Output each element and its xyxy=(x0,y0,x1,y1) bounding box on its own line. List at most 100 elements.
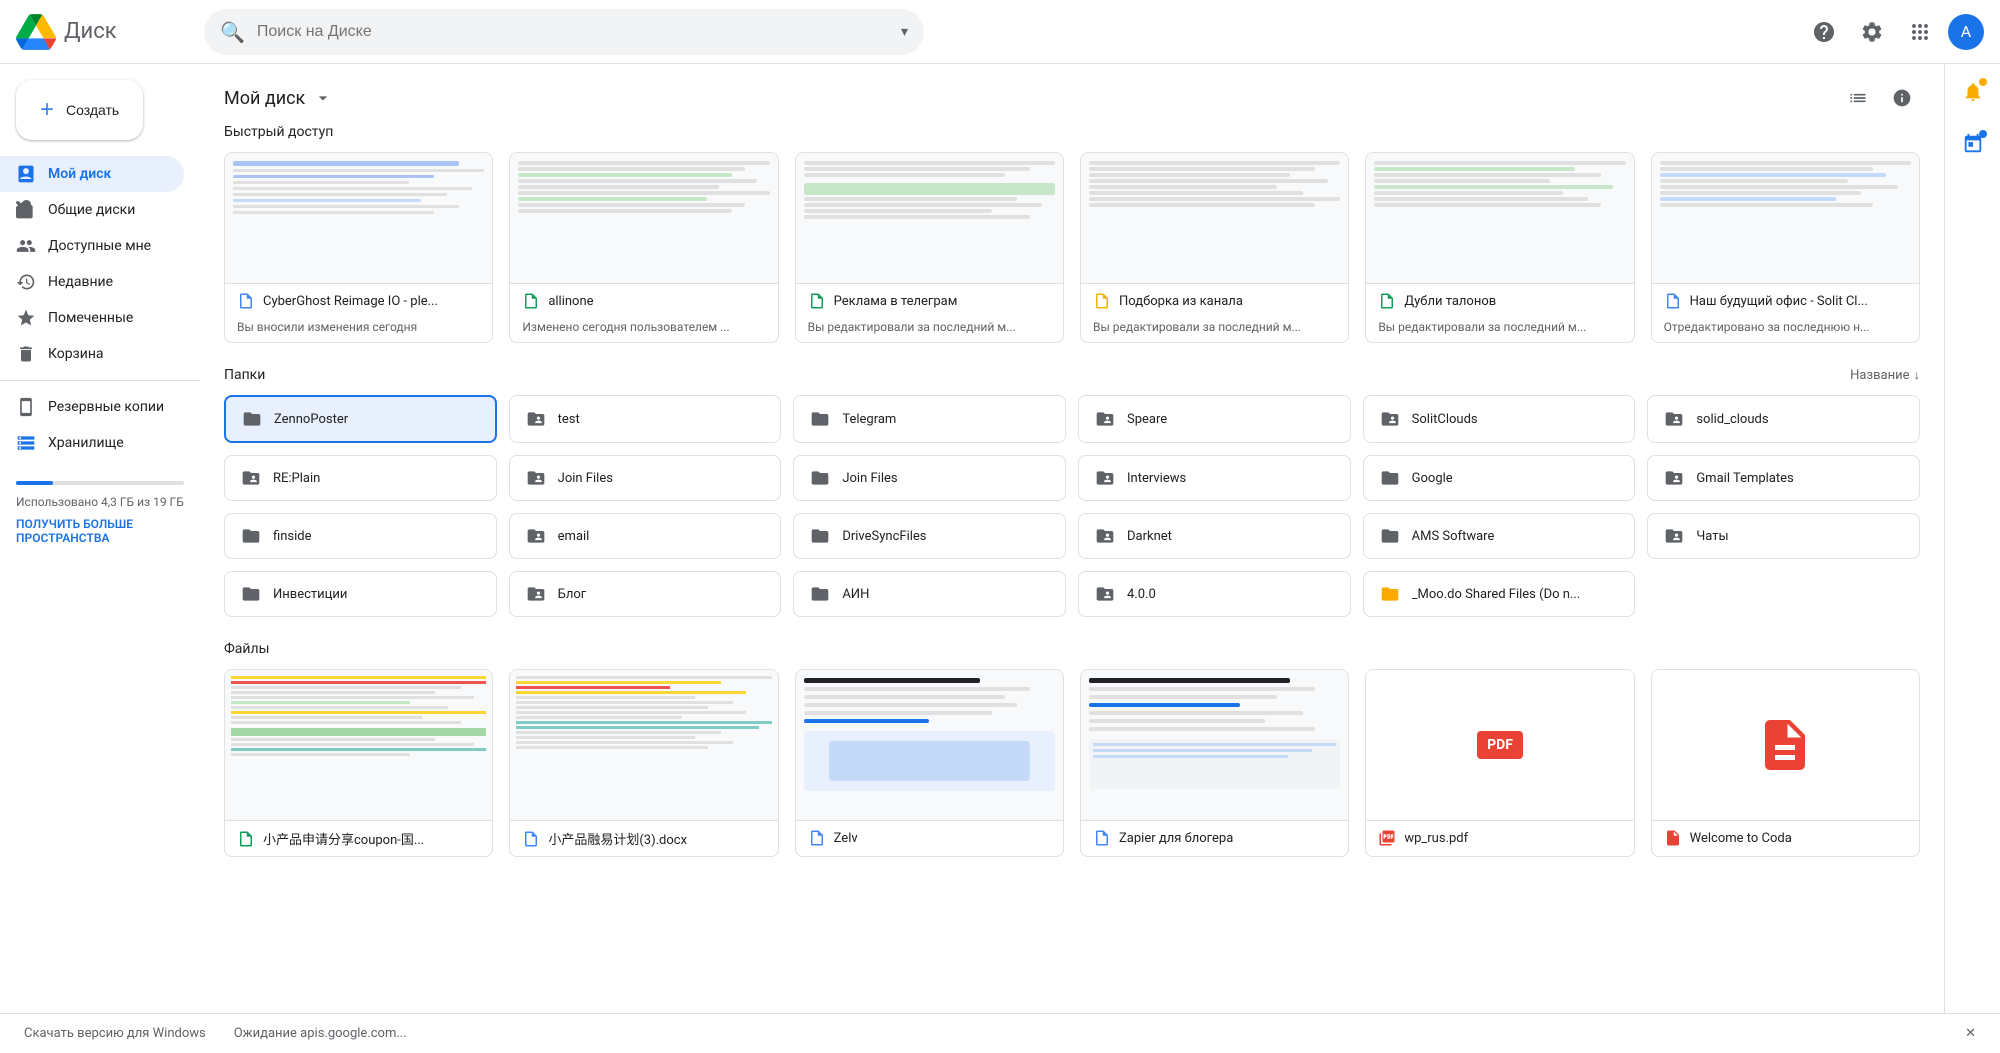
user-avatar[interactable]: А xyxy=(1948,14,1984,50)
folder-item-darknet[interactable]: Darknet xyxy=(1078,513,1351,559)
quick-access-item[interactable]: Дубли талонов Вы редактировали за послед… xyxy=(1365,152,1634,343)
folder-icon xyxy=(810,584,830,604)
folder-item-chaty[interactable]: Чаты xyxy=(1647,513,1920,559)
folder-shared-icon xyxy=(526,409,546,429)
file-name: Реклама в телеграм xyxy=(834,294,1051,309)
sidebar-item-my-drive-label: Мой диск xyxy=(48,166,111,182)
file-item-coda[interactable]: Welcome to Coda xyxy=(1651,669,1920,857)
file-name: Наш будущий офис - Solit Cl... xyxy=(1690,294,1907,309)
folder-item-4-0-0[interactable]: 4.0.0 xyxy=(1078,571,1351,617)
folder-name: АИН xyxy=(842,587,869,602)
search-bar[interactable]: 🔍 ▾ xyxy=(204,9,924,55)
folder-item-join-files-1[interactable]: Join Files xyxy=(509,455,782,501)
bottom-bar-close[interactable]: ✕ xyxy=(1965,1026,1976,1041)
settings-button[interactable] xyxy=(1852,12,1892,52)
main-header: Мой диск xyxy=(224,64,1920,124)
file-thumb xyxy=(1652,153,1919,283)
shared-with-me-icon xyxy=(16,236,36,256)
calendar-badge xyxy=(1979,130,1987,138)
folder-item-join-files-2[interactable]: Join Files xyxy=(793,455,1066,501)
info-button[interactable] xyxy=(1884,80,1920,116)
quick-access-item[interactable]: Реклама в телеграм Вы редактировали за п… xyxy=(795,152,1064,343)
help-button[interactable] xyxy=(1804,12,1844,52)
sheets-icon xyxy=(237,830,255,848)
title-dropdown-icon[interactable] xyxy=(313,88,333,108)
folder-item-ams-software[interactable]: AMS Software xyxy=(1363,513,1636,559)
folder-icon xyxy=(1380,526,1400,546)
quick-access-item[interactable]: Наш будущий офис - Solit Cl... Отредакти… xyxy=(1651,152,1920,343)
sidebar-item-recent[interactable]: Недавние xyxy=(0,264,184,300)
folder-item-interviews[interactable]: Interviews xyxy=(1078,455,1351,501)
notifications-button[interactable] xyxy=(1953,72,1993,112)
folder-item-zennoposter[interactable]: ZennoPoster xyxy=(224,395,497,443)
file-card-info: Подборка из канала xyxy=(1081,283,1348,318)
folder-item-email[interactable]: email xyxy=(509,513,782,559)
folder-item-moo-do[interactable]: _Moo.do Shared Files (Do n... xyxy=(1363,571,1636,617)
folder-item-finside[interactable]: finside xyxy=(224,513,497,559)
sidebar-item-trash[interactable]: Корзина xyxy=(0,336,184,372)
sidebar-item-shared-with-me[interactable]: Доступные мне xyxy=(0,228,184,264)
folder-item-test[interactable]: test xyxy=(509,395,782,443)
sort-button[interactable]: Название ↓ xyxy=(1850,367,1920,383)
file-thumb xyxy=(1081,670,1348,820)
folder-name: Инвестиции xyxy=(273,587,347,602)
search-dropdown-icon[interactable]: ▾ xyxy=(901,24,908,40)
file-item-zelv[interactable]: Zelv xyxy=(795,669,1064,857)
file-item-coupon[interactable]: 小产品申请分享coupon-国... xyxy=(224,669,493,857)
docs-icon xyxy=(237,292,255,310)
my-drive-icon xyxy=(16,164,36,184)
docs-icon xyxy=(522,830,540,848)
folder-item-telegram[interactable]: Telegram xyxy=(793,395,1066,443)
topbar: Диск 🔍 ▾ А xyxy=(0,0,2000,64)
folders-label: Папки xyxy=(224,367,265,383)
folder-item-ain[interactable]: АИН xyxy=(793,571,1066,617)
folder-item-investitsii[interactable]: Инвестиции xyxy=(224,571,497,617)
create-button[interactable]: + Создать xyxy=(16,80,143,140)
folder-item-google[interactable]: Google xyxy=(1363,455,1636,501)
folder-icon xyxy=(810,526,830,546)
file-item-wp-pdf[interactable]: PDF wp_rus.pdf xyxy=(1365,669,1634,857)
file-name: Zelv xyxy=(834,831,1051,846)
sidebar-item-backups[interactable]: Резервные копии xyxy=(0,389,184,425)
apps-button[interactable] xyxy=(1900,12,1940,52)
file-thumb xyxy=(510,153,777,283)
sidebar-item-storage[interactable]: Хранилище xyxy=(0,425,184,461)
folder-icon xyxy=(242,409,262,429)
folder-item-blog[interactable]: Блог xyxy=(509,571,782,617)
folder-name: DriveSyncFiles xyxy=(842,529,926,544)
file-card-info: Реклама в телеграм xyxy=(796,283,1063,318)
sidebar-item-my-drive[interactable]: Мой диск xyxy=(0,156,184,192)
sidebar-item-starred[interactable]: Помеченные xyxy=(0,300,184,336)
drive-logo-icon xyxy=(16,12,56,52)
quick-access-item[interactable]: CyberGhost Reimage IO - ple... Вы вносил… xyxy=(224,152,493,343)
file-item-zapier[interactable]: Zapier для блогера xyxy=(1080,669,1349,857)
calendar-button[interactable] xyxy=(1953,124,1993,164)
folders-header: Папки Название ↓ xyxy=(224,367,1920,383)
logo: Диск xyxy=(16,12,196,52)
folders-grid: ZennoPoster test Telegram Speare SolitCl… xyxy=(224,395,1920,617)
storage-icon xyxy=(16,433,36,453)
create-plus-icon: + xyxy=(40,96,54,124)
folder-name: RE:Plain xyxy=(273,471,320,486)
quick-access-item[interactable]: Подборка из канала Вы редактировали за п… xyxy=(1080,152,1349,343)
file-name: 小产品融易计划(3).docx xyxy=(548,829,765,848)
sidebar-item-backups-label: Резервные копии xyxy=(48,399,164,415)
search-icon: 🔍 xyxy=(220,20,245,44)
folder-item-drivesyncfiles[interactable]: DriveSyncFiles xyxy=(793,513,1066,559)
folder-item-solitclouds[interactable]: SolitClouds xyxy=(1363,395,1636,443)
storage-bar-bg xyxy=(16,481,184,485)
file-sub: Вы редактировали за последний м... xyxy=(1081,318,1348,342)
view-list-button[interactable] xyxy=(1840,80,1876,116)
search-input[interactable] xyxy=(257,23,889,41)
file-item-docx[interactable]: 小产品融易计划(3).docx xyxy=(509,669,778,857)
file-name: CyberGhost Reimage IO - ple... xyxy=(263,294,480,309)
storage-upgrade-link[interactable]: ПОЛУЧИТЬ БОЛЬШЕ ПРОСТРАНСТВА xyxy=(16,517,184,545)
file-thumb xyxy=(1366,153,1633,283)
folder-item-gmail-templates[interactable]: Gmail Templates xyxy=(1647,455,1920,501)
sidebar-item-shared-drives[interactable]: Общие диски xyxy=(0,192,184,228)
folder-item-re-plain[interactable]: RE:Plain xyxy=(224,455,497,501)
folder-item-solid-clouds[interactable]: solid_clouds xyxy=(1647,395,1920,443)
folder-item-speare[interactable]: Speare xyxy=(1078,395,1351,443)
folder-shared-icon xyxy=(241,468,261,488)
quick-access-item[interactable]: allinone Изменено сегодня пользователем … xyxy=(509,152,778,343)
